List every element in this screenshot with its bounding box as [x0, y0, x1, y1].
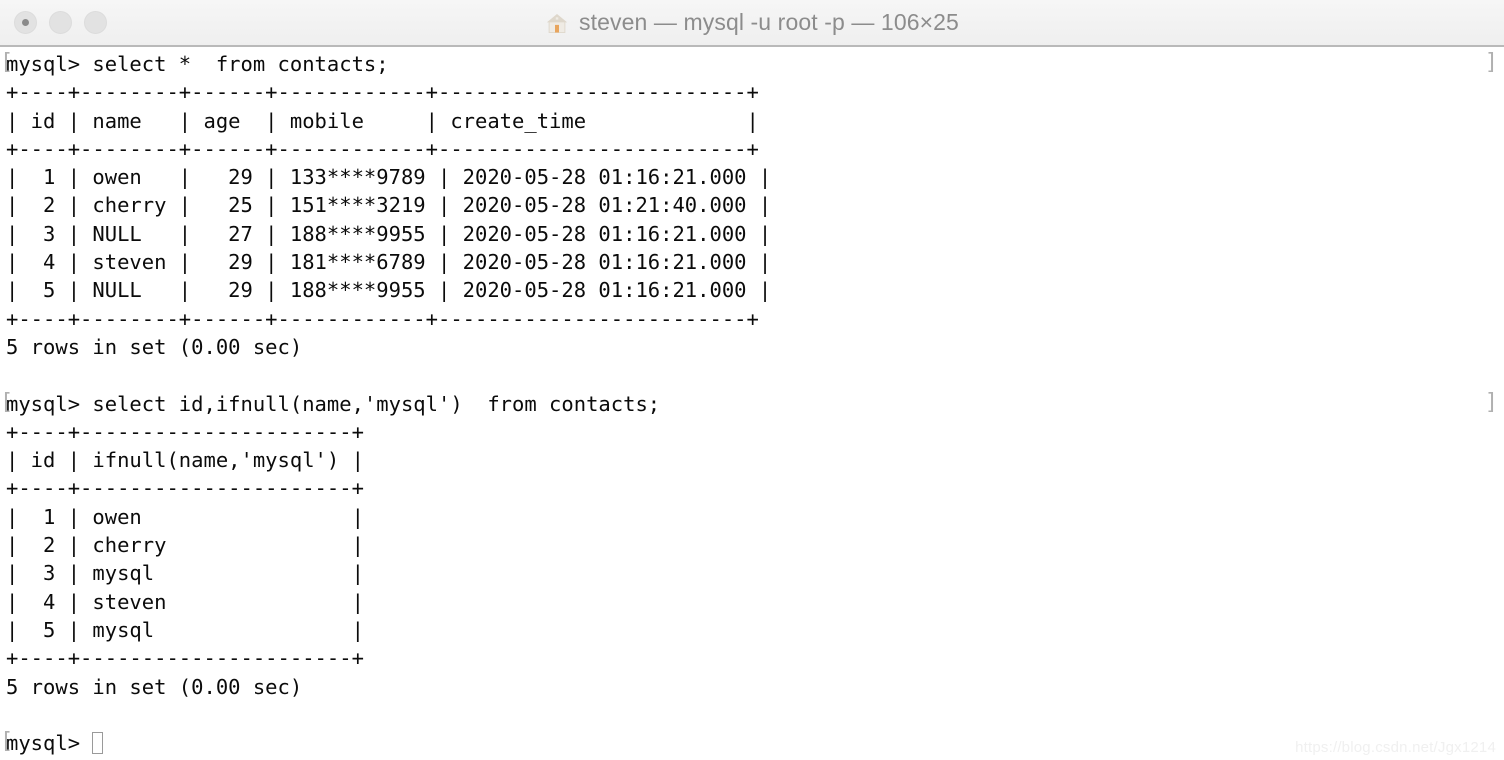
terminal-output-line: | 2 | cherry | 25 | 151****3219 | 2020-0…	[0, 191, 1504, 219]
watermark: https://blog.csdn.net/Jgx1214	[1295, 739, 1496, 756]
terminal-line-text: +----+--------+------+------------+-----…	[6, 306, 759, 331]
window-title: steven — mysql -u root -p — 106×25	[579, 9, 959, 35]
terminal-line-text: | 4 | steven |	[6, 589, 364, 614]
terminal-line-text: | 1 | owen | 29 | 133****9789 | 2020-05-…	[6, 165, 772, 190]
terminal-output-line: +----+----------------------+	[0, 474, 1504, 502]
terminal-line-text: 5 rows in set (0.00 sec)	[6, 674, 303, 699]
terminal-line-text: | id | ifnull(name,'mysql') |	[6, 448, 364, 473]
terminal-output: [mysql> select * from contacts;] +----+--…	[0, 50, 1504, 757]
terminal-prompt-line: [mysql>	[0, 729, 1504, 757]
window-title-group: steven — mysql -u root -p — 106×25	[0, 0, 1504, 45]
terminal-line-text: +----+----------------------+	[6, 419, 364, 444]
terminal-line-text: | 5 | mysql |	[6, 617, 364, 642]
terminal-output-line: 5 rows in set (0.00 sec)	[0, 333, 1504, 361]
terminal-line-text: 5 rows in set (0.00 sec)	[6, 334, 303, 359]
terminal-output-line: +----+--------+------+------------+-----…	[0, 305, 1504, 333]
terminal-output-line: | 4 | steven |	[0, 588, 1504, 616]
terminal-line-text: | 1 | owen |	[6, 504, 364, 529]
terminal-output-line: | 2 | cherry |	[0, 531, 1504, 559]
terminal-output-line: +----+--------+------+------------+-----…	[0, 135, 1504, 163]
terminal-line-text: | 5 | NULL | 29 | 188****9955 | 2020-05-…	[6, 278, 772, 303]
terminal-line-text: | 3 | NULL | 27 | 188****9955 | 2020-05-…	[6, 221, 772, 246]
terminal-line-text: +----+--------+------+------------+-----…	[6, 80, 759, 105]
terminal-output-line: 5 rows in set (0.00 sec)	[0, 673, 1504, 701]
terminal-output-line: | id | name | age | mobile | create_time…	[0, 107, 1504, 135]
terminal-line-text: +----+----------------------+	[6, 476, 364, 501]
terminal-line-text: +----+----------------------+	[6, 646, 364, 671]
terminal-output-line: +----+----------------------+	[0, 644, 1504, 672]
window-titlebar[interactable]: steven — mysql -u root -p — 106×25	[0, 0, 1504, 47]
terminal-content[interactable]: [mysql> select * from contacts;] +----+--…	[0, 47, 1504, 760]
terminal-line-text: | id | name | age | mobile | create_time…	[6, 108, 759, 133]
terminal-line-text: mysql> select * from contacts;	[6, 52, 389, 76]
terminal-output-line: | 1 | owen |	[0, 503, 1504, 531]
terminal-line-text: | 4 | steven | 29 | 181****6789 | 2020-0…	[6, 250, 772, 275]
terminal-window: steven — mysql -u root -p — 106×25 [mysq…	[0, 0, 1504, 760]
terminal-output-line: +----+----------------------+	[0, 418, 1504, 446]
terminal-line-text: | 2 | cherry | 25 | 151****3219 | 2020-0…	[6, 193, 772, 218]
terminal-prompt-line: [mysql> select id,ifnull(name,'mysql') f…	[0, 390, 1504, 418]
terminal-output-line: | 4 | steven | 29 | 181****6789 | 2020-0…	[0, 248, 1504, 276]
prompt-mark-right: ]	[1484, 389, 1498, 415]
minimize-button[interactable]	[49, 11, 72, 34]
terminal-output-line: | 3 | mysql |	[0, 559, 1504, 587]
terminal-line-text: | 2 | cherry |	[6, 533, 364, 558]
terminal-output-line: | 1 | owen | 29 | 133****9789 | 2020-05-…	[0, 163, 1504, 191]
terminal-output-line: | 3 | NULL | 27 | 188****9955 | 2020-05-…	[0, 220, 1504, 248]
house-icon	[546, 13, 568, 33]
terminal-line-text: | 3 | mysql |	[6, 561, 364, 586]
terminal-output-line: | 5 | mysql |	[0, 616, 1504, 644]
terminal-output-line: +----+--------+------+------------+-----…	[0, 78, 1504, 106]
terminal-line-text: mysql>	[6, 731, 93, 756]
prompt-mark-left: [	[0, 50, 14, 75]
terminal-line-text: +----+--------+------+------------+-----…	[6, 136, 759, 161]
prompt-mark-left: [	[0, 729, 14, 755]
zoom-button[interactable]	[84, 11, 107, 34]
terminal-output-line: | id | ifnull(name,'mysql') |	[0, 446, 1504, 474]
terminal-output-line: | 5 | NULL | 29 | 188****9955 | 2020-05-…	[0, 276, 1504, 304]
window-controls	[14, 0, 107, 45]
prompt-mark-left: [	[0, 389, 14, 415]
text-cursor	[92, 732, 104, 755]
close-button[interactable]	[14, 11, 37, 34]
terminal-prompt-line: [mysql> select * from contacts;]	[0, 50, 1504, 78]
terminal-line-text: mysql> select id,ifnull(name,'mysql') fr…	[6, 391, 661, 416]
prompt-mark-right: ]	[1484, 50, 1498, 75]
